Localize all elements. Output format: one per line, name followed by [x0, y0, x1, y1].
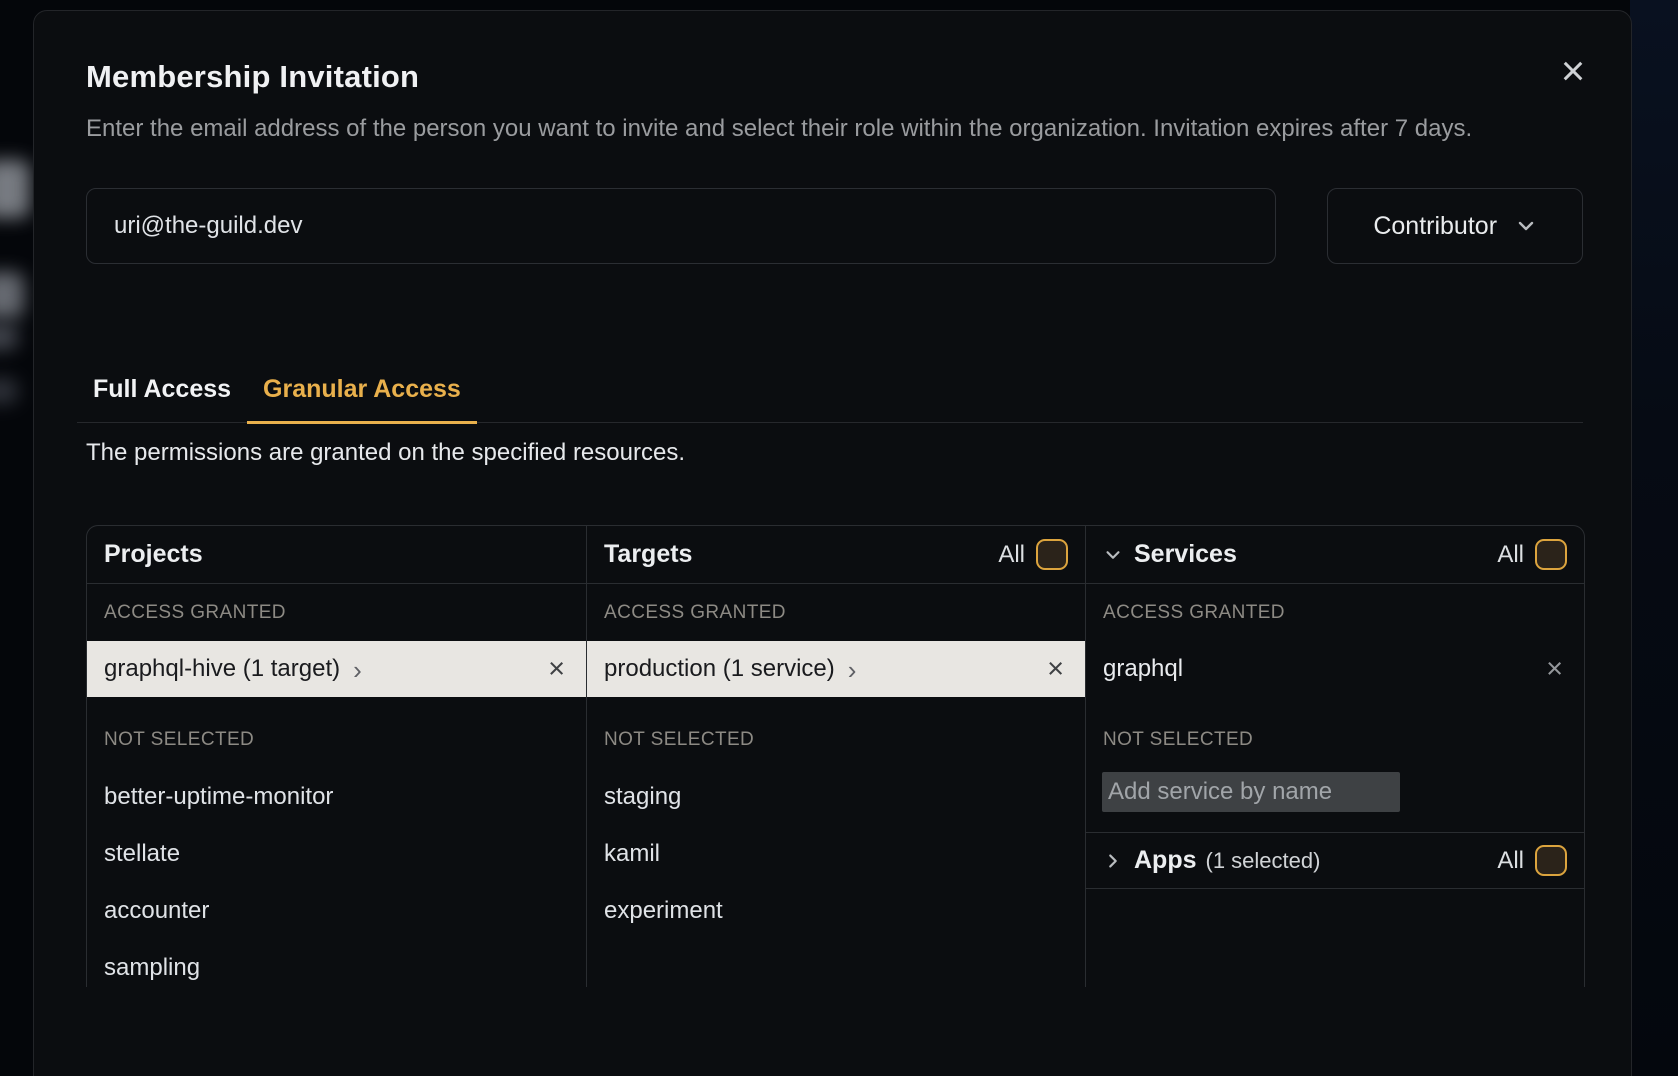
project-list-item[interactable]: sampling	[87, 939, 586, 987]
chevron-right-icon: ›	[848, 655, 857, 683]
services-column: Services All ACCESS GRANTED graphql × NO…	[1085, 526, 1584, 987]
project-list-item[interactable]: stellate	[87, 825, 586, 882]
background-blur-blob	[0, 378, 18, 404]
apps-all-label: All	[1497, 847, 1524, 875]
project-list-item[interactable]: better-uptime-monitor	[87, 768, 586, 825]
services-all-checkbox[interactable]	[1535, 539, 1567, 570]
add-service-input[interactable]	[1102, 772, 1400, 812]
targets-all-checkbox[interactable]	[1036, 539, 1068, 570]
chevron-right-icon	[1103, 851, 1123, 871]
apps-section-row[interactable]: Apps (1 selected) All	[1086, 832, 1584, 889]
services-access-granted-label: ACCESS GRANTED	[1086, 584, 1584, 641]
targets-not-selected-label: NOT SELECTED	[587, 711, 1085, 768]
remove-target-icon[interactable]: ×	[1043, 655, 1068, 684]
targets-list: stagingkamilexperiment	[587, 768, 1085, 939]
projects-column: Projects ACCESS GRANTED graphql-hive (1 …	[87, 526, 586, 987]
target-list-item[interactable]: staging	[587, 768, 1085, 825]
selected-target-label: production (1 service)	[604, 655, 835, 683]
selected-project-label: graphql-hive (1 target)	[104, 655, 340, 683]
projects-access-granted-label: ACCESS GRANTED	[87, 584, 586, 641]
membership-invitation-dialog: × Membership Invitation Enter the email …	[33, 10, 1632, 1076]
projects-list: better-uptime-monitorstellateaccountersa…	[87, 768, 586, 987]
projects-header-label: Projects	[104, 540, 203, 569]
target-list-item[interactable]: kamil	[587, 825, 1085, 882]
target-list-item[interactable]: experiment	[587, 882, 1085, 939]
projects-header: Projects	[87, 526, 586, 584]
resources-table: Projects ACCESS GRANTED graphql-hive (1 …	[86, 525, 1585, 987]
selected-service-label: graphql	[1103, 655, 1183, 683]
invite-row: Contributor	[86, 188, 1583, 264]
selected-project-row[interactable]: graphql-hive (1 target) › ×	[87, 641, 586, 697]
permissions-note: The permissions are granted on the speci…	[86, 439, 1583, 467]
role-select-value: Contributor	[1373, 212, 1497, 241]
background-blur-blob	[0, 324, 18, 350]
close-icon[interactable]: ×	[1551, 49, 1595, 93]
projects-not-selected-label: NOT SELECTED	[87, 711, 586, 768]
tab-granular-access[interactable]: Granular Access	[247, 349, 477, 424]
role-select[interactable]: Contributor	[1327, 188, 1583, 264]
services-header-label: Services	[1134, 540, 1237, 569]
dialog-title: Membership Invitation	[86, 59, 1583, 95]
selected-target-row[interactable]: production (1 service) › ×	[587, 641, 1085, 697]
services-all-wrap: All	[1497, 539, 1567, 570]
targets-access-granted-label: ACCESS GRANTED	[587, 584, 1085, 641]
chevron-down-icon	[1515, 215, 1537, 237]
project-list-item[interactable]: accounter	[87, 882, 586, 939]
background-blur-blob	[0, 272, 24, 318]
services-all-label: All	[1497, 541, 1524, 569]
targets-header: Targets All	[587, 526, 1085, 584]
apps-selected-count: (1 selected)	[1206, 848, 1321, 874]
tab-full-access[interactable]: Full Access	[77, 349, 247, 424]
remove-project-icon[interactable]: ×	[544, 655, 569, 684]
services-not-selected-label: NOT SELECTED	[1086, 711, 1584, 768]
access-tabs: Full Access Granular Access	[77, 349, 1583, 423]
services-header[interactable]: Services All	[1086, 526, 1584, 584]
remove-service-icon[interactable]: ×	[1542, 655, 1567, 684]
dialog-description: Enter the email address of the person yo…	[86, 111, 1498, 146]
email-input[interactable]	[86, 188, 1276, 264]
targets-header-label: Targets	[604, 540, 692, 569]
chevron-right-icon: ›	[353, 655, 362, 683]
chevron-down-icon	[1103, 545, 1123, 565]
targets-column: Targets All ACCESS GRANTED production (1…	[586, 526, 1085, 987]
apps-label: Apps	[1134, 846, 1197, 875]
targets-all-label: All	[998, 541, 1025, 569]
apps-all-wrap: All	[1497, 845, 1567, 876]
targets-all-wrap: All	[998, 539, 1068, 570]
selected-service-row[interactable]: graphql ×	[1086, 641, 1584, 697]
apps-all-checkbox[interactable]	[1535, 845, 1567, 876]
background-right-strip	[1630, 0, 1678, 1076]
background-blur-blob	[0, 160, 30, 218]
